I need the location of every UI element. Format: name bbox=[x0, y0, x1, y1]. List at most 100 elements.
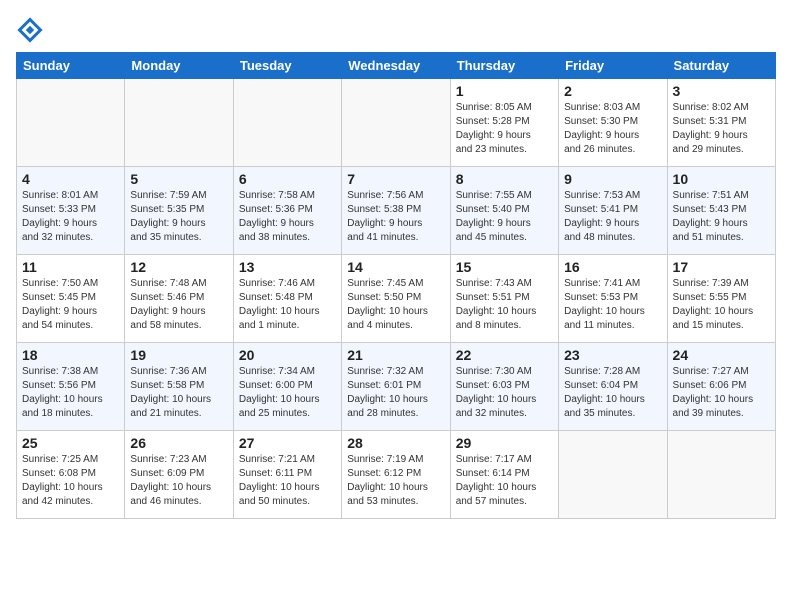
day-number: 5 bbox=[130, 171, 227, 187]
day-info: Sunrise: 7:34 AM Sunset: 6:00 PM Dayligh… bbox=[239, 365, 336, 421]
day-info: Sunrise: 7:38 AM Sunset: 5:56 PM Dayligh… bbox=[22, 365, 119, 421]
day-number: 2 bbox=[564, 83, 661, 99]
day-info: Sunrise: 8:01 AM Sunset: 5:33 PM Dayligh… bbox=[22, 189, 119, 245]
day-info: Sunrise: 7:27 AM Sunset: 6:06 PM Dayligh… bbox=[673, 365, 770, 421]
day-cell: 15 Sunrise: 7:43 AM Sunset: 5:51 PM Dayli… bbox=[450, 255, 558, 343]
day-info: Sunrise: 7:43 AM Sunset: 5:51 PM Dayligh… bbox=[456, 277, 553, 333]
day-cell bbox=[667, 431, 775, 519]
day-info: Sunrise: 7:55 AM Sunset: 5:40 PM Dayligh… bbox=[456, 189, 553, 245]
day-info: Sunrise: 7:59 AM Sunset: 5:35 PM Dayligh… bbox=[130, 189, 227, 245]
day-info: Sunrise: 7:23 AM Sunset: 6:09 PM Dayligh… bbox=[130, 453, 227, 509]
day-info: Sunrise: 8:05 AM Sunset: 5:28 PM Dayligh… bbox=[456, 101, 553, 157]
day-number: 19 bbox=[130, 347, 227, 363]
day-cell: 4 Sunrise: 8:01 AM Sunset: 5:33 PM Daylig… bbox=[17, 167, 125, 255]
day-header-friday: Friday bbox=[559, 53, 667, 79]
week-row-1: 1 Sunrise: 8:05 AM Sunset: 5:28 PM Daylig… bbox=[17, 79, 776, 167]
day-info: Sunrise: 7:19 AM Sunset: 6:12 PM Dayligh… bbox=[347, 453, 444, 509]
day-cell: 25 Sunrise: 7:25 AM Sunset: 6:08 PM Dayli… bbox=[17, 431, 125, 519]
day-cell: 27Sunrise: 7:21 AM Sunset: 6:11 PM Dayli… bbox=[233, 431, 341, 519]
day-header-monday: Monday bbox=[125, 53, 233, 79]
day-number: 20 bbox=[239, 347, 336, 363]
day-cell: 20 Sunrise: 7:34 AM Sunset: 6:00 PM Dayli… bbox=[233, 343, 341, 431]
day-info: Sunrise: 7:46 AM Sunset: 5:48 PM Dayligh… bbox=[239, 277, 336, 333]
day-cell: 22Sunrise: 7:30 AM Sunset: 6:03 PM Dayli… bbox=[450, 343, 558, 431]
day-info: Sunrise: 7:39 AM Sunset: 5:55 PM Dayligh… bbox=[673, 277, 770, 333]
day-cell: 2 Sunrise: 8:03 AM Sunset: 5:30 PM Daylig… bbox=[559, 79, 667, 167]
day-number: 12 bbox=[130, 259, 227, 275]
day-cell: 26 Sunrise: 7:23 AM Sunset: 6:09 PM Dayli… bbox=[125, 431, 233, 519]
day-number: 13 bbox=[239, 259, 336, 275]
day-cell: 18Sunrise: 7:38 AM Sunset: 5:56 PM Dayli… bbox=[17, 343, 125, 431]
day-cell bbox=[125, 79, 233, 167]
day-number: 4 bbox=[22, 171, 119, 187]
day-cell: 28 Sunrise: 7:19 AM Sunset: 6:12 PM Dayli… bbox=[342, 431, 450, 519]
day-cell: 3 Sunrise: 8:02 AM Sunset: 5:31 PM Daylig… bbox=[667, 79, 775, 167]
day-number: 27 bbox=[239, 435, 336, 451]
day-info: Sunrise: 7:45 AM Sunset: 5:50 PM Dayligh… bbox=[347, 277, 444, 333]
logo-icon bbox=[16, 16, 44, 44]
day-cell: 10 Sunrise: 7:51 AM Sunset: 5:43 PM Dayli… bbox=[667, 167, 775, 255]
day-info: Sunrise: 8:03 AM Sunset: 5:30 PM Dayligh… bbox=[564, 101, 661, 157]
day-cell: 29 Sunrise: 7:17 AM Sunset: 6:14 PM Dayli… bbox=[450, 431, 558, 519]
day-info: Sunrise: 7:17 AM Sunset: 6:14 PM Dayligh… bbox=[456, 453, 553, 509]
day-info: Sunrise: 7:32 AM Sunset: 6:01 PM Dayligh… bbox=[347, 365, 444, 421]
day-info: Sunrise: 7:53 AM Sunset: 5:41 PM Dayligh… bbox=[564, 189, 661, 245]
day-number: 6 bbox=[239, 171, 336, 187]
day-number: 25 bbox=[22, 435, 119, 451]
day-info: Sunrise: 7:51 AM Sunset: 5:43 PM Dayligh… bbox=[673, 189, 770, 245]
day-info: Sunrise: 8:02 AM Sunset: 5:31 PM Dayligh… bbox=[673, 101, 770, 157]
day-cell: 13 Sunrise: 7:46 AM Sunset: 5:48 PM Dayli… bbox=[233, 255, 341, 343]
day-cell: 6 Sunrise: 7:58 AM Sunset: 5:36 PM Daylig… bbox=[233, 167, 341, 255]
day-cell: 9 Sunrise: 7:53 AM Sunset: 5:41 PM Daylig… bbox=[559, 167, 667, 255]
day-cell: 24 Sunrise: 7:27 AM Sunset: 6:06 PM Dayli… bbox=[667, 343, 775, 431]
day-number: 16 bbox=[564, 259, 661, 275]
day-number: 17 bbox=[673, 259, 770, 275]
day-cell: 19 Sunrise: 7:36 AM Sunset: 5:58 PM Dayli… bbox=[125, 343, 233, 431]
day-header-saturday: Saturday bbox=[667, 53, 775, 79]
day-number: 23 bbox=[564, 347, 661, 363]
day-number: 3 bbox=[673, 83, 770, 99]
calendar-table: SundayMondayTuesdayWednesdayThursdayFrid… bbox=[16, 52, 776, 519]
day-number: 21 bbox=[347, 347, 444, 363]
day-header-tuesday: Tuesday bbox=[233, 53, 341, 79]
day-cell: 14 Sunrise: 7:45 AM Sunset: 5:50 PM Dayli… bbox=[342, 255, 450, 343]
day-cell: 17 Sunrise: 7:39 AM Sunset: 5:55 PM Dayli… bbox=[667, 255, 775, 343]
day-info: Sunrise: 7:25 AM Sunset: 6:08 PM Dayligh… bbox=[22, 453, 119, 509]
day-number: 15 bbox=[456, 259, 553, 275]
day-info: Sunrise: 7:28 AM Sunset: 6:04 PM Dayligh… bbox=[564, 365, 661, 421]
day-number: 9 bbox=[564, 171, 661, 187]
day-header-thursday: Thursday bbox=[450, 53, 558, 79]
day-number: 24 bbox=[673, 347, 770, 363]
day-info: Sunrise: 7:41 AM Sunset: 5:53 PM Dayligh… bbox=[564, 277, 661, 333]
day-info: Sunrise: 7:30 AM Sunset: 6:03 PM Dayligh… bbox=[456, 365, 553, 421]
day-number: 10 bbox=[673, 171, 770, 187]
week-row-5: 25 Sunrise: 7:25 AM Sunset: 6:08 PM Dayli… bbox=[17, 431, 776, 519]
week-row-4: 18Sunrise: 7:38 AM Sunset: 5:56 PM Dayli… bbox=[17, 343, 776, 431]
day-info: Sunrise: 7:58 AM Sunset: 5:36 PM Dayligh… bbox=[239, 189, 336, 245]
day-cell: 8 Sunrise: 7:55 AM Sunset: 5:40 PM Daylig… bbox=[450, 167, 558, 255]
day-cell bbox=[342, 79, 450, 167]
day-cell bbox=[17, 79, 125, 167]
day-number: 14 bbox=[347, 259, 444, 275]
day-cell: 7 Sunrise: 7:56 AM Sunset: 5:38 PM Daylig… bbox=[342, 167, 450, 255]
day-info: Sunrise: 7:56 AM Sunset: 5:38 PM Dayligh… bbox=[347, 189, 444, 245]
day-number: 1 bbox=[456, 83, 553, 99]
day-cell: 23 Sunrise: 7:28 AM Sunset: 6:04 PM Dayli… bbox=[559, 343, 667, 431]
day-number: 29 bbox=[456, 435, 553, 451]
page-header bbox=[16, 16, 776, 44]
day-info: Sunrise: 7:50 AM Sunset: 5:45 PM Dayligh… bbox=[22, 277, 119, 333]
logo bbox=[16, 16, 48, 44]
day-cell bbox=[233, 79, 341, 167]
day-cell bbox=[559, 431, 667, 519]
day-number: 8 bbox=[456, 171, 553, 187]
header-row: SundayMondayTuesdayWednesdayThursdayFrid… bbox=[17, 53, 776, 79]
day-info: Sunrise: 7:36 AM Sunset: 5:58 PM Dayligh… bbox=[130, 365, 227, 421]
day-number: 11 bbox=[22, 259, 119, 275]
day-number: 7 bbox=[347, 171, 444, 187]
week-row-3: 11 Sunrise: 7:50 AM Sunset: 5:45 PM Dayli… bbox=[17, 255, 776, 343]
day-number: 26 bbox=[130, 435, 227, 451]
day-cell: 21 Sunrise: 7:32 AM Sunset: 6:01 PM Dayli… bbox=[342, 343, 450, 431]
day-number: 28 bbox=[347, 435, 444, 451]
day-cell: 12 Sunrise: 7:48 AM Sunset: 5:46 PM Dayli… bbox=[125, 255, 233, 343]
day-info: Sunrise: 7:48 AM Sunset: 5:46 PM Dayligh… bbox=[130, 277, 227, 333]
